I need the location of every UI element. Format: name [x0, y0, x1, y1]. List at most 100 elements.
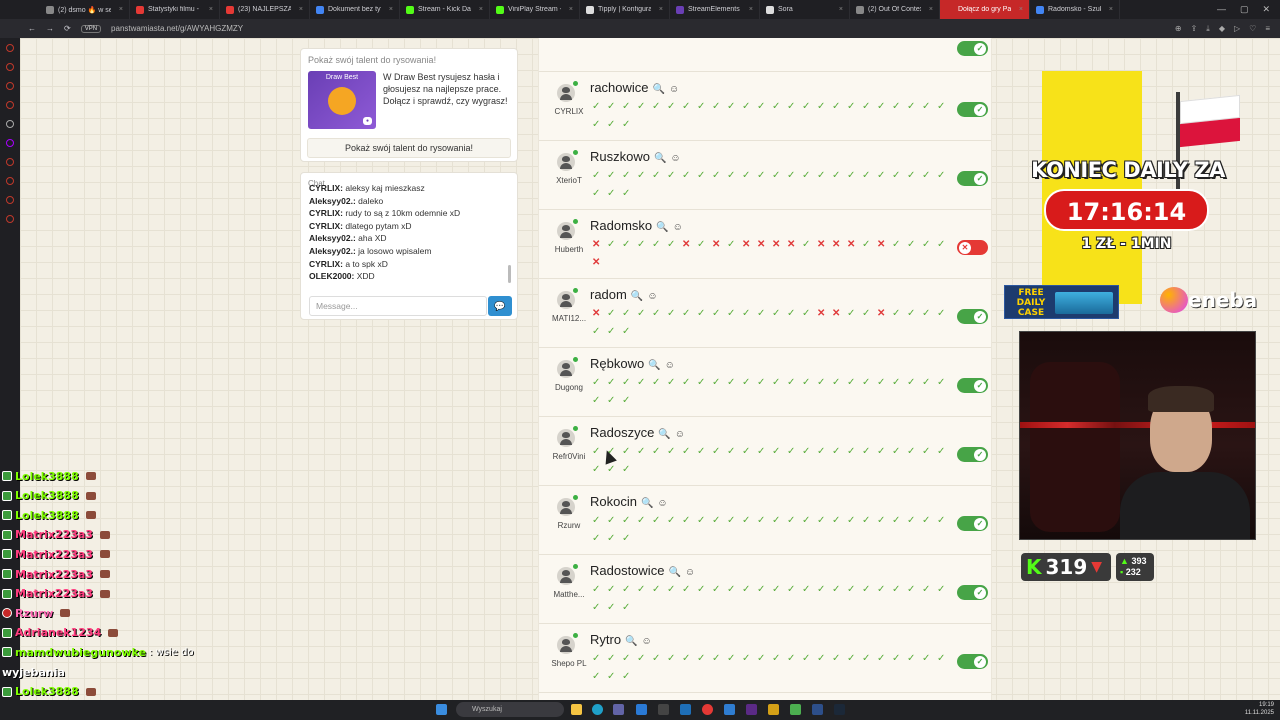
- accept-toggle[interactable]: ✓: [957, 585, 988, 600]
- sidebar-app-icon[interactable]: [6, 215, 14, 223]
- emoji-icon[interactable]: ☺: [670, 153, 680, 164]
- tab-close-icon[interactable]: ×: [1015, 6, 1023, 13]
- store-icon[interactable]: [636, 704, 647, 715]
- emoji-icon[interactable]: ☺: [669, 84, 679, 95]
- browser-tab[interactable]: Dokument bez tytułu - Do ×: [310, 0, 400, 19]
- taskbar-search[interactable]: Wyszukaj: [456, 702, 564, 717]
- accept-toggle[interactable]: ✓: [957, 447, 988, 462]
- teams-icon[interactable]: [613, 704, 624, 715]
- sidebar-app-icon[interactable]: [6, 82, 14, 90]
- browser-tab[interactable]: Radomsko - Szukaj w Go ×: [1030, 0, 1120, 19]
- browser-tab[interactable]: ViniPlay Stream - Watch ×: [490, 0, 580, 19]
- extension-icon[interactable]: ◆: [1219, 24, 1225, 34]
- maximize-icon[interactable]: ▢: [1240, 4, 1249, 15]
- browser-tab[interactable]: (2) Out Of Context Footb ×: [850, 0, 940, 19]
- sidebar-app-icon[interactable]: [6, 139, 14, 147]
- app-icon[interactable]: [790, 704, 801, 715]
- forward-icon[interactable]: →: [46, 24, 54, 33]
- search-icon[interactable]: 🔍: [653, 84, 665, 95]
- reload-icon[interactable]: ⟳: [64, 24, 71, 33]
- heart-icon[interactable]: ♡: [1249, 24, 1256, 34]
- chat-input[interactable]: Message...: [309, 296, 487, 316]
- search-icon[interactable]: 🔍: [625, 636, 637, 647]
- system-clock[interactable]: 19:19 11.11.2025: [1224, 701, 1280, 717]
- sidebar-app-icon[interactable]: [6, 158, 14, 166]
- steam-icon[interactable]: [834, 704, 845, 715]
- search-icon[interactable]: 🔍: [648, 360, 660, 371]
- emoji-icon[interactable]: ☺: [685, 567, 695, 578]
- windows-start-icon[interactable]: [436, 704, 447, 715]
- accept-toggle[interactable]: ✓: [957, 654, 988, 669]
- emoji-icon[interactable]: ☺: [675, 429, 685, 440]
- accept-toggle[interactable]: ✓: [957, 516, 988, 531]
- emoji-icon[interactable]: ☺: [673, 222, 683, 233]
- accept-toggle[interactable]: ✓: [957, 102, 988, 117]
- emoji-icon[interactable]: ☺: [657, 498, 667, 509]
- search-icon[interactable]: 🔍: [658, 429, 670, 440]
- tab-close-icon[interactable]: ×: [565, 6, 573, 13]
- check-icon: ✓: [877, 515, 886, 526]
- browser-tab[interactable]: Sora ×: [760, 0, 850, 19]
- tab-close-icon[interactable]: ×: [745, 6, 753, 13]
- sidebar-app-icon[interactable]: [6, 63, 14, 71]
- minimize-icon[interactable]: —: [1217, 4, 1226, 15]
- mail-icon[interactable]: [724, 704, 735, 715]
- browser-tab[interactable]: Dołącz do gry Państwa M ×: [940, 0, 1030, 19]
- sidebar-app-icon[interactable]: [6, 177, 14, 185]
- app-icon[interactable]: [746, 704, 757, 715]
- browser-tab[interactable]: Stream - Kick Dashboard ×: [400, 0, 490, 19]
- play-icon[interactable]: ▷: [1234, 24, 1240, 34]
- sidebar-app-icon[interactable]: [6, 44, 14, 52]
- accept-toggle[interactable]: ✓: [957, 378, 988, 393]
- app-icon[interactable]: [768, 704, 779, 715]
- browser-tab[interactable]: Statystyki filmu - YouTube ×: [130, 0, 220, 19]
- close-icon[interactable]: ✕: [1262, 4, 1270, 15]
- send-message-button[interactable]: 💬: [488, 296, 512, 316]
- browser-tab[interactable]: Tipply | Konfigurator (Tw ×: [580, 0, 670, 19]
- accept-toggle[interactable]: ✓: [957, 41, 988, 56]
- search-icon[interactable]: 🔍: [631, 291, 643, 302]
- back-icon[interactable]: ←: [28, 24, 36, 33]
- check-icon: ✓: [892, 170, 901, 181]
- menu-icon[interactable]: ≡: [1265, 24, 1270, 34]
- search-icon[interactable]: 🔍: [654, 153, 666, 164]
- vscode-icon[interactable]: [680, 704, 691, 715]
- tab-close-icon[interactable]: ×: [295, 6, 303, 13]
- app-icon[interactable]: [658, 704, 669, 715]
- draw-best-thumbnail[interactable]: Draw Best ●: [308, 71, 376, 129]
- file-explorer-icon[interactable]: [571, 704, 582, 715]
- sidebar-app-icon[interactable]: [6, 101, 14, 109]
- search-icon[interactable]: 🔍: [668, 567, 680, 578]
- chat-scrollbar[interactable]: [508, 193, 511, 283]
- emoji-icon[interactable]: ☺: [642, 636, 652, 647]
- browser-tab[interactable]: (23) NAJLEPSZA STRATE ×: [220, 0, 310, 19]
- opera-icon[interactable]: [702, 704, 713, 715]
- accept-toggle[interactable]: ✓: [957, 309, 988, 324]
- vpn-badge[interactable]: VPN: [80, 24, 102, 33]
- download-icon[interactable]: ⤓: [1206, 24, 1210, 34]
- draw-best-button[interactable]: Pokaż swój talent do rysowania!: [307, 138, 511, 158]
- url-field[interactable]: panstwamiasta.net/g/AWYAHGZMZY: [111, 24, 243, 33]
- tab-close-icon[interactable]: ×: [385, 6, 393, 13]
- tab-close-icon[interactable]: ×: [475, 6, 483, 13]
- browser-tab[interactable]: (2) dsmo 🔥 w serwisie X ×: [40, 0, 130, 19]
- tab-close-icon[interactable]: ×: [655, 6, 663, 13]
- emoji-icon[interactable]: ☺: [647, 291, 657, 302]
- zoom-icon[interactable]: ⊕: [1175, 24, 1182, 34]
- emoji-icon[interactable]: ☺: [665, 360, 675, 371]
- tab-close-icon[interactable]: ×: [205, 6, 213, 13]
- browser-tab[interactable]: StreamElements - Sc ×: [670, 0, 760, 19]
- app-icon[interactable]: [812, 704, 823, 715]
- sidebar-app-icon[interactable]: [6, 120, 14, 128]
- accept-toggle[interactable]: ✕: [957, 240, 988, 255]
- tab-close-icon[interactable]: ×: [1105, 6, 1113, 13]
- search-icon[interactable]: 🔍: [656, 222, 668, 233]
- share-icon[interactable]: ⇪: [1191, 24, 1198, 34]
- search-icon[interactable]: 🔍: [641, 498, 653, 509]
- accept-toggle[interactable]: ✓: [957, 171, 988, 186]
- sidebar-app-icon[interactable]: [6, 196, 14, 204]
- edge-icon[interactable]: [592, 704, 603, 715]
- tab-close-icon[interactable]: ×: [115, 6, 123, 13]
- tab-close-icon[interactable]: ×: [925, 6, 933, 13]
- tab-close-icon[interactable]: ×: [835, 6, 843, 13]
